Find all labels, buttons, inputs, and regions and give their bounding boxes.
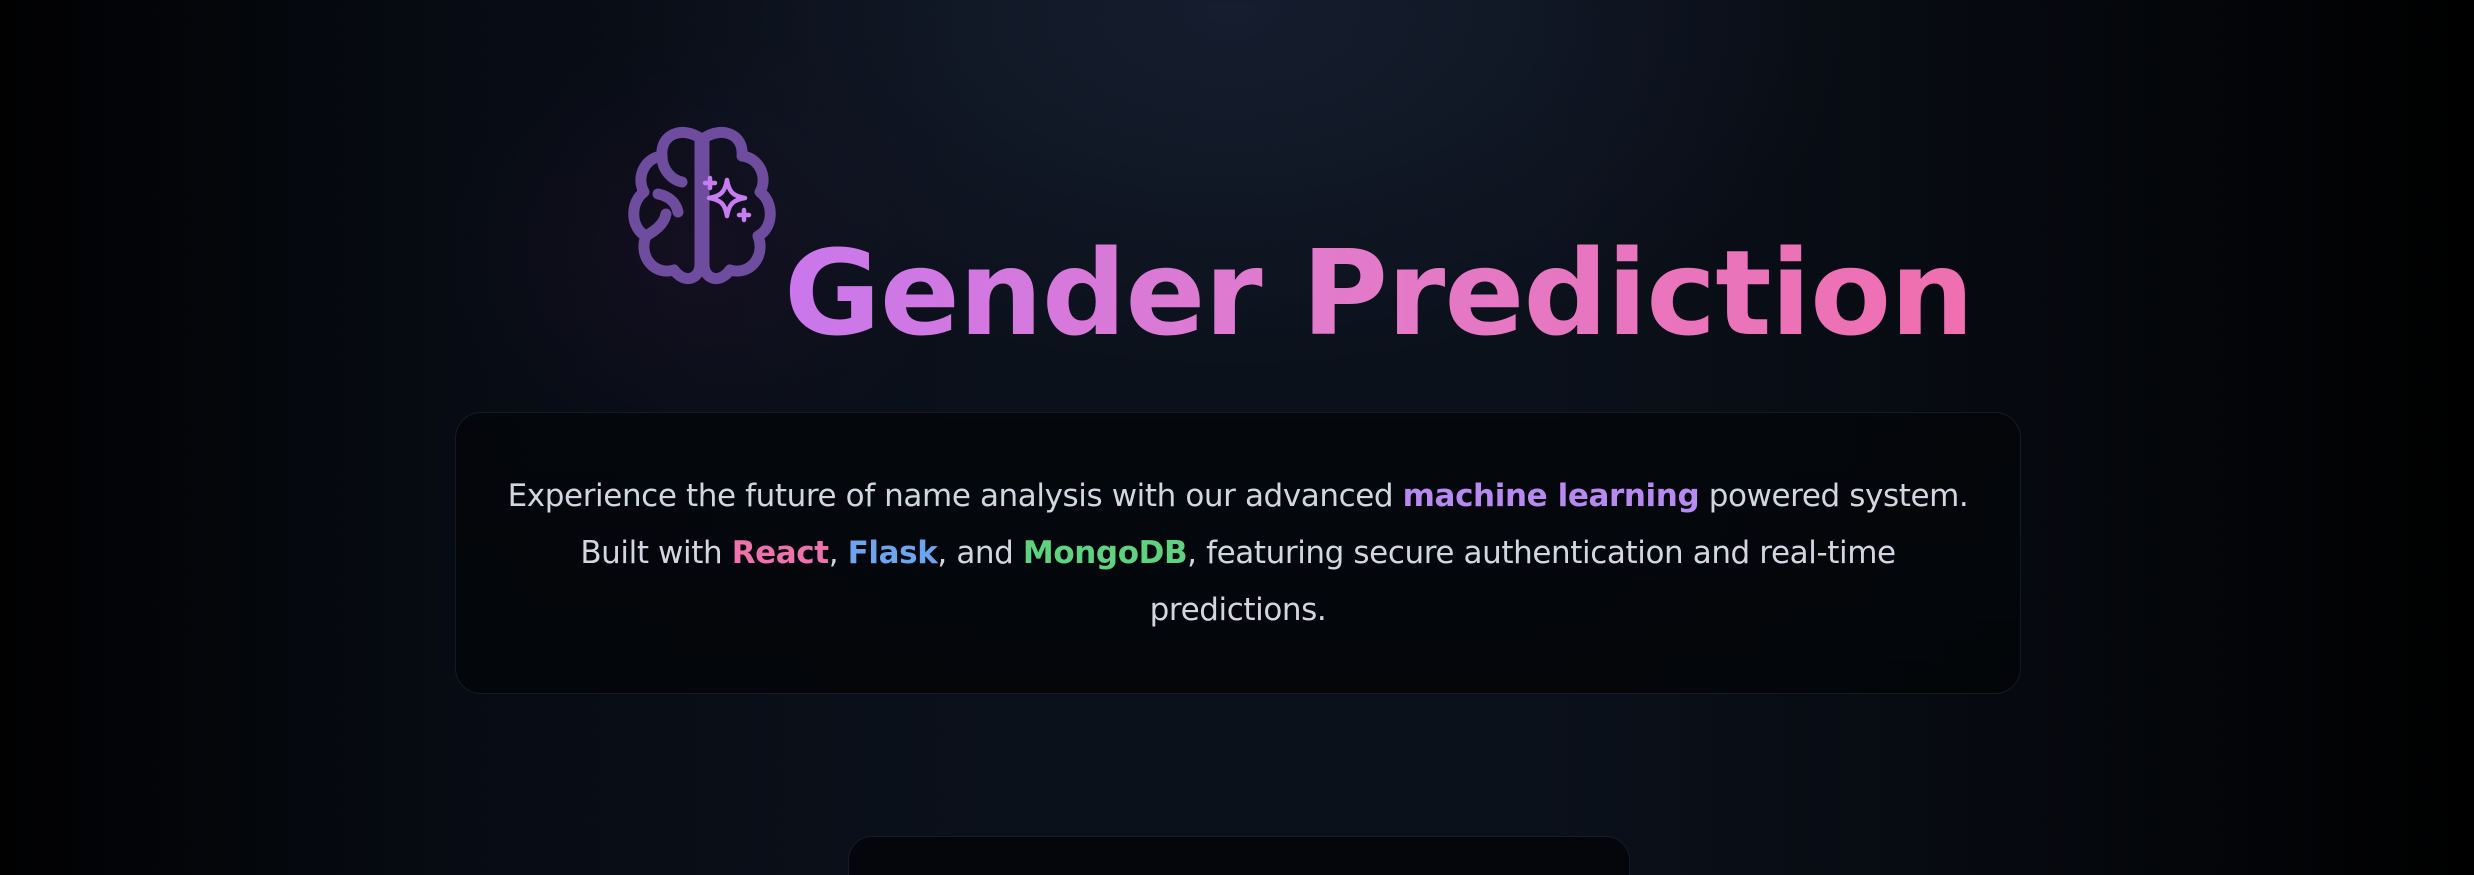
form-card: [848, 836, 1630, 875]
page-title: Gender Prediction: [784, 224, 1974, 362]
separator-comma: ,: [828, 534, 848, 571]
tech-mongodb: MongoDB: [1022, 534, 1188, 571]
description-intro: Experience the future of name analysis w…: [507, 477, 1403, 514]
tech-flask: Flask: [847, 534, 938, 571]
highlight-machine-learning: machine learning: [1402, 477, 1700, 514]
brain-sparkle-icon: [622, 124, 782, 289]
description-text: Experience the future of name analysis w…: [493, 468, 1983, 639]
separator-and: , and: [937, 534, 1023, 571]
description-card: Experience the future of name analysis w…: [455, 412, 2021, 694]
tech-react: React: [731, 534, 829, 571]
description-end: , featuring secure authentication and re…: [1149, 534, 1896, 628]
